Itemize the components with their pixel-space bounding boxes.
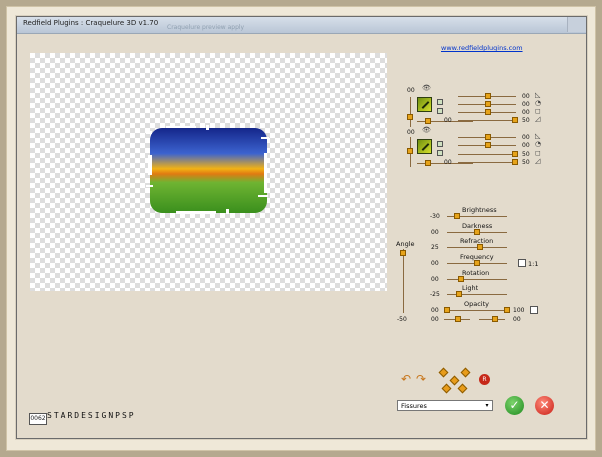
group2-row4-slider[interactable] (512, 159, 518, 165)
group2-bottom-value: 00 (444, 159, 452, 166)
group2-toggle-a[interactable] (437, 141, 443, 147)
group1-row3-slider[interactable] (485, 109, 491, 115)
rotation-label: Rotation (462, 269, 490, 277)
redfield-link[interactable]: www.redfieldplugins.com (441, 44, 523, 52)
rotation-slider[interactable] (458, 276, 464, 282)
frequency-value: 00 (431, 260, 439, 267)
light-label: Light (462, 284, 479, 292)
opacity-label: Opacity (464, 300, 490, 308)
group1-row4-value: 50 (522, 117, 530, 124)
group2-row2-slider[interactable] (485, 142, 491, 148)
brightness-value: -30 (430, 213, 440, 220)
group2-row2-value: 00 (522, 142, 530, 149)
group2-eye-icon[interactable]: 👁 (422, 126, 431, 134)
cone-icon[interactable]: ◿ (535, 157, 540, 165)
center-icon[interactable] (449, 375, 460, 386)
group2-row1-value: 00 (522, 134, 530, 141)
light-value: -25 (430, 291, 440, 298)
ratio-label: 1:1 (528, 260, 539, 268)
opacity-row2-right: 00 (513, 316, 521, 323)
frequency-slider[interactable] (474, 260, 480, 266)
square-icon[interactable]: ◻ (535, 107, 541, 115)
preview-image (146, 125, 273, 217)
preview-footer-area (30, 291, 387, 413)
title-ghost-text: Craquelure preview apply (167, 24, 245, 31)
move-up-left-icon[interactable] (438, 367, 449, 378)
window-title: Redfield Plugins : Craquelure 3D v1.70 (23, 19, 159, 27)
group1-row1-value: 00 (522, 93, 530, 100)
close-button[interactable] (567, 17, 586, 32)
group1-bottom-slider[interactable] (425, 118, 431, 124)
group1-vertical-slider[interactable] (407, 114, 413, 120)
triangle-icon[interactable]: ◺ (535, 132, 540, 140)
cone-icon[interactable]: ◿ (535, 115, 540, 123)
refraction-value: 25 (431, 244, 439, 251)
group1-bottom-value: 00 (444, 117, 452, 124)
group1-toggle-b[interactable] (437, 108, 443, 114)
opacity-box[interactable] (530, 306, 538, 314)
group1-row4-slider[interactable] (512, 117, 518, 123)
circle-quarter-icon[interactable]: ◔ (535, 99, 541, 107)
reset-icon[interactable]: R (479, 374, 490, 385)
title-bar: Redfield Plugins : Craquelure 3D v1.70 C… (17, 17, 586, 34)
opacity-row2-slider-a[interactable] (455, 316, 461, 322)
rotation-value: 00 (431, 276, 439, 283)
rotate-left-icon[interactable]: ↶ (401, 372, 411, 386)
angle-slider[interactable] (400, 250, 406, 256)
group2-row4-value: 50 (522, 159, 530, 166)
opacity-left-slider[interactable] (444, 307, 450, 313)
opacity-row2-slider-b[interactable] (492, 316, 498, 322)
circle-quarter-icon[interactable]: ◔ (535, 140, 541, 148)
group2-texture-swatch[interactable] (417, 139, 432, 154)
move-down-left-icon[interactable] (441, 383, 452, 394)
ratio-checkbox[interactable] (518, 259, 526, 267)
group2-toggle-b[interactable] (437, 150, 443, 156)
triangle-icon[interactable]: ◺ (535, 91, 540, 99)
darkness-value: 00 (431, 229, 439, 236)
group1-row2-value: 00 (522, 101, 530, 108)
chevron-down-icon[interactable]: ▾ (483, 402, 491, 409)
opacity-left-value: 00 (431, 307, 439, 314)
watermark-logo: STARDESIGNPSP (47, 411, 136, 420)
group1-texture-swatch[interactable] (417, 97, 432, 112)
group1-eye-icon[interactable]: 👁 (422, 84, 431, 92)
group1-toggle-a[interactable] (437, 99, 443, 105)
move-up-right-icon[interactable] (460, 367, 471, 378)
angle-label: Angle (396, 240, 415, 248)
brightness-slider[interactable] (454, 213, 460, 219)
texture-type-value: Fissures (401, 402, 427, 410)
texture-type-select[interactable]: Fissures ▾ (397, 400, 493, 411)
group1-row3-value: 00 (522, 109, 530, 116)
group2-row1-slider[interactable] (485, 134, 491, 140)
counter-box: 0062 (29, 413, 47, 425)
darkness-slider[interactable] (474, 229, 480, 235)
move-down-right-icon[interactable] (457, 383, 468, 394)
group2-row3-value: 50 (522, 151, 530, 158)
plugin-window: Redfield Plugins : Craquelure 3D v1.70 C… (16, 16, 587, 439)
opacity-right-value: 100 (513, 307, 525, 314)
group2-left-value: 00 (407, 129, 415, 136)
light-slider[interactable] (456, 291, 462, 297)
group2-row3-slider[interactable] (512, 151, 518, 157)
group1-left-value: 00 (407, 87, 415, 94)
ok-button[interactable]: ✓ (505, 396, 524, 415)
cancel-button[interactable]: ✕ (535, 396, 554, 415)
preview-canvas[interactable] (30, 53, 387, 291)
square-icon[interactable]: ◻ (535, 149, 541, 157)
angle-value: -50 (397, 316, 407, 323)
brightness-label: Brightness (462, 206, 497, 214)
group2-vertical-slider[interactable] (407, 148, 413, 154)
group2-bottom-slider[interactable] (425, 160, 431, 166)
opacity-right-slider[interactable] (504, 307, 510, 313)
rotate-right-icon[interactable]: ↷ (416, 372, 426, 386)
group1-row2-slider[interactable] (485, 101, 491, 107)
refraction-slider[interactable] (477, 244, 483, 250)
opacity-row2-left: 00 (431, 316, 439, 323)
group1-row1-slider[interactable] (485, 93, 491, 99)
